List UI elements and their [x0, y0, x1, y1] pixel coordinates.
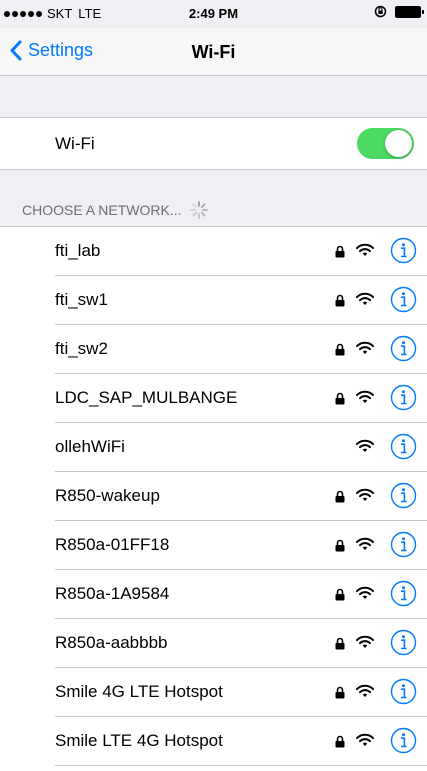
wifi-signal-icon	[356, 586, 374, 605]
info-icon[interactable]	[390, 384, 417, 416]
info-icon[interactable]	[390, 629, 417, 661]
wifi-signal-icon	[356, 390, 374, 409]
wifi-signal-icon	[356, 537, 374, 556]
network-row[interactable]: ollehWiFi	[55, 423, 427, 472]
loading-spinner-icon	[190, 201, 209, 219]
wifi-signal-icon	[356, 439, 374, 458]
info-icon[interactable]	[390, 531, 417, 563]
lock-icon	[335, 490, 345, 508]
wifi-signal-icon	[356, 243, 374, 262]
status-right	[374, 5, 424, 18]
network-row[interactable]: R850a-1A9584	[55, 570, 427, 619]
network-name: R850a-01FF18	[55, 535, 170, 554]
wifi-signal-icon	[356, 733, 374, 752]
wifi-signal-icon	[356, 292, 374, 311]
network-row[interactable]: R850a-aabbbb	[55, 619, 427, 668]
network-row[interactable]: fti_sw2	[55, 325, 427, 374]
section-spacer	[0, 76, 427, 116]
network-name: R850a-aabbbb	[55, 633, 168, 652]
network-name: fti_sw2	[55, 339, 108, 358]
lock-icon	[335, 343, 345, 361]
lock-icon	[335, 637, 345, 655]
network-row[interactable]: fti_lab	[55, 227, 427, 276]
choose-network-header: CHOOSE A NETWORK...	[22, 200, 209, 220]
network-name: R850a-1A9584	[55, 584, 170, 603]
network-name: Smile 4G LTE Hotspot	[55, 682, 223, 701]
network-name: Smile LTE 4G Hotspot	[55, 731, 223, 750]
wifi-signal-icon	[356, 488, 374, 507]
status-bar: SKT LTE 2:49 PM	[0, 0, 427, 28]
info-icon[interactable]	[390, 433, 417, 465]
network-list: fti_lab fti_sw1 fti_sw2 LDC_SAP_MULBANGEoll…	[0, 226, 427, 771]
network-name: R850-wakeup	[55, 486, 160, 505]
lock-icon	[335, 735, 345, 753]
wifi-toggle-row: Wi-Fi	[0, 117, 427, 170]
network-row[interactable]: fti_sw1	[55, 276, 427, 325]
info-icon[interactable]	[390, 580, 417, 612]
lock-icon	[335, 686, 345, 704]
toggle-knob	[385, 130, 412, 157]
info-icon[interactable]	[390, 286, 417, 318]
wifi-toggle-label: Wi-Fi	[55, 134, 95, 153]
lock-icon	[335, 392, 345, 410]
network-row[interactable]: LDC_SAP_MULBANGE	[55, 374, 427, 423]
rotation-lock-icon	[374, 5, 387, 18]
page-title: Wi-Fi	[191, 42, 236, 62]
network-name: LDC_SAP_MULBANGE	[55, 388, 238, 407]
info-icon[interactable]	[390, 482, 417, 514]
battery-icon	[395, 5, 424, 18]
lock-icon	[335, 539, 345, 557]
network-name: ollehWiFi	[55, 437, 125, 456]
lock-icon	[335, 294, 345, 312]
lock-icon	[335, 588, 345, 606]
lock-icon	[335, 245, 345, 263]
network-name: fti_lab	[55, 241, 101, 260]
network-row[interactable]: Smile 4G LTE Hotspot	[55, 668, 427, 717]
info-icon[interactable]	[390, 727, 417, 759]
info-icon[interactable]	[390, 678, 417, 710]
wifi-signal-icon	[356, 635, 374, 654]
info-icon[interactable]	[390, 237, 417, 269]
network-row[interactable]: R850-wakeup	[55, 472, 427, 521]
network-row[interactable]: Smile LTE 4G Hotspot	[55, 717, 427, 766]
wifi-signal-icon	[356, 684, 374, 703]
network-row[interactable]: R850a-01FF18	[55, 521, 427, 570]
navigation-bar: Settings Wi-Fi	[0, 28, 427, 76]
wifi-signal-icon	[356, 341, 374, 360]
status-time: 2:49 PM	[188, 6, 239, 21]
info-icon[interactable]	[390, 335, 417, 367]
network-name: fti_sw1	[55, 290, 108, 309]
section-header-label: CHOOSE A NETWORK...	[22, 202, 182, 218]
wifi-toggle-switch[interactable]	[357, 128, 414, 159]
